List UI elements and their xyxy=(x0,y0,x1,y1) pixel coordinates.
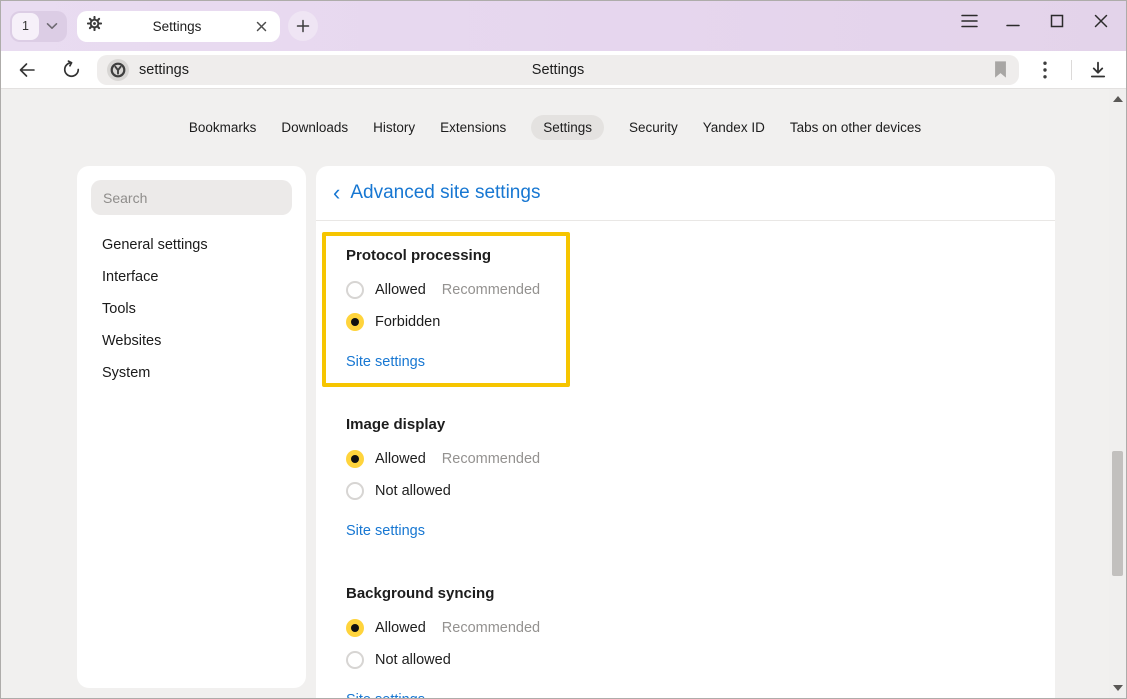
nav-item-downloads[interactable]: Downloads xyxy=(281,115,348,140)
sidebar-item-interface[interactable]: Interface xyxy=(77,261,306,293)
radio-option-allowed[interactable]: Allowed Recommended xyxy=(346,616,1055,639)
radio-option-forbidden[interactable]: Forbidden xyxy=(346,310,546,333)
scroll-up-icon[interactable] xyxy=(1109,96,1126,102)
site-settings-link[interactable]: Site settings xyxy=(346,690,425,698)
section-background-syncing: Background syncing Allowed Recommended N… xyxy=(346,584,1055,698)
radio-unselected-icon[interactable] xyxy=(346,281,364,299)
sidebar-item-system[interactable]: System xyxy=(77,357,306,389)
page-title: Settings xyxy=(97,62,1019,78)
section-title: Background syncing xyxy=(346,584,1055,603)
sidebar-list: General settings Interface Tools Website… xyxy=(77,229,306,389)
section-image-display: Image display Allowed Recommended Not al… xyxy=(346,415,1055,541)
radio-unselected-icon[interactable] xyxy=(346,482,364,500)
close-icon[interactable] xyxy=(1086,6,1116,36)
option-label: Not allowed xyxy=(375,483,451,499)
scrollbar-thumb[interactable] xyxy=(1112,451,1123,576)
titlebar: 1 Settings xyxy=(1,1,1126,51)
nav-item-settings[interactable]: Settings xyxy=(531,115,604,140)
tab-close-icon[interactable] xyxy=(252,17,270,35)
url-text[interactable]: settings xyxy=(139,62,189,78)
toolbar-divider xyxy=(1071,60,1072,80)
radio-selected-icon[interactable] xyxy=(346,619,364,637)
settings-nav: Bookmarks Downloads History Extensions S… xyxy=(1,115,1109,140)
site-settings-link[interactable]: Site settings xyxy=(346,352,425,372)
radio-selected-icon[interactable] xyxy=(346,313,364,331)
tab-settings[interactable]: Settings xyxy=(77,11,280,42)
radio-selected-icon[interactable] xyxy=(346,450,364,468)
scroll-down-icon[interactable] xyxy=(1109,685,1126,691)
nav-item-tabs-other-devices[interactable]: Tabs on other devices xyxy=(790,115,921,140)
tab-group-count-badge[interactable]: 1 xyxy=(12,13,39,40)
radio-unselected-icon[interactable] xyxy=(346,651,364,669)
bookmark-icon[interactable] xyxy=(994,61,1007,83)
new-tab-button[interactable] xyxy=(288,11,318,41)
section-title: Protocol processing xyxy=(346,246,546,265)
recommended-badge: Recommended xyxy=(442,282,540,298)
tab-group-button[interactable]: 1 xyxy=(10,11,67,42)
option-label: Allowed xyxy=(375,620,426,636)
nav-item-extensions[interactable]: Extensions xyxy=(440,115,506,140)
radio-option-not-allowed[interactable]: Not allowed xyxy=(346,648,1055,671)
recommended-badge: Recommended xyxy=(442,620,540,636)
radio-option-not-allowed[interactable]: Not allowed xyxy=(346,479,1055,502)
recommended-badge: Recommended xyxy=(442,451,540,467)
toolbar: settings Settings xyxy=(1,51,1126,89)
settings-sections: Protocol processing Allowed Recommended … xyxy=(316,221,1055,698)
downloads-icon[interactable] xyxy=(1084,56,1112,84)
option-label: Allowed xyxy=(375,451,426,467)
nav-item-security[interactable]: Security xyxy=(629,115,678,140)
maximize-icon[interactable] xyxy=(1042,6,1072,36)
option-label: Allowed xyxy=(375,282,426,298)
radio-option-allowed[interactable]: Allowed Recommended xyxy=(346,447,1055,470)
sidebar-item-tools[interactable]: Tools xyxy=(77,293,306,325)
chevron-down-icon[interactable] xyxy=(39,22,65,30)
sidebar-item-general-settings[interactable]: General settings xyxy=(77,229,306,261)
search-box[interactable] xyxy=(91,180,292,215)
gear-icon xyxy=(87,16,102,36)
back-to-settings-header[interactable]: ‹ Advanced site settings xyxy=(316,166,1055,221)
option-label: Forbidden xyxy=(375,314,440,330)
nav-item-yandex-id[interactable]: Yandex ID xyxy=(703,115,765,140)
site-settings-link[interactable]: Site settings xyxy=(346,521,425,541)
menu-icon[interactable] xyxy=(954,6,984,36)
radio-option-allowed[interactable]: Allowed Recommended xyxy=(346,278,546,301)
site-favicon-icon xyxy=(107,59,129,81)
section-title: Image display xyxy=(346,415,1055,434)
back-icon[interactable] xyxy=(13,56,41,84)
window-controls xyxy=(954,6,1116,36)
minimize-icon[interactable] xyxy=(998,6,1028,36)
search-input[interactable] xyxy=(91,190,292,206)
section-protocol-processing: Protocol processing Allowed Recommended … xyxy=(322,232,570,387)
vertical-scrollbar[interactable] xyxy=(1109,89,1126,698)
main-panel: ‹ Advanced site settings Protocol proces… xyxy=(316,166,1055,698)
nav-item-bookmarks[interactable]: Bookmarks xyxy=(189,115,257,140)
back-chevron-icon[interactable]: ‹ xyxy=(333,182,340,204)
page-section-title[interactable]: Advanced site settings xyxy=(350,182,540,204)
reload-icon[interactable] xyxy=(57,56,85,84)
sidebar-item-websites[interactable]: Websites xyxy=(77,325,306,357)
settings-page: Bookmarks Downloads History Extensions S… xyxy=(1,89,1126,698)
settings-sidebar: General settings Interface Tools Website… xyxy=(77,166,306,688)
kebab-menu-icon[interactable] xyxy=(1031,56,1059,84)
browser-window: 1 Settings xyxy=(0,0,1127,699)
address-bar[interactable]: settings Settings xyxy=(97,55,1019,85)
option-label: Not allowed xyxy=(375,652,451,668)
tab-title: Settings xyxy=(102,19,252,34)
nav-item-history[interactable]: History xyxy=(373,115,415,140)
